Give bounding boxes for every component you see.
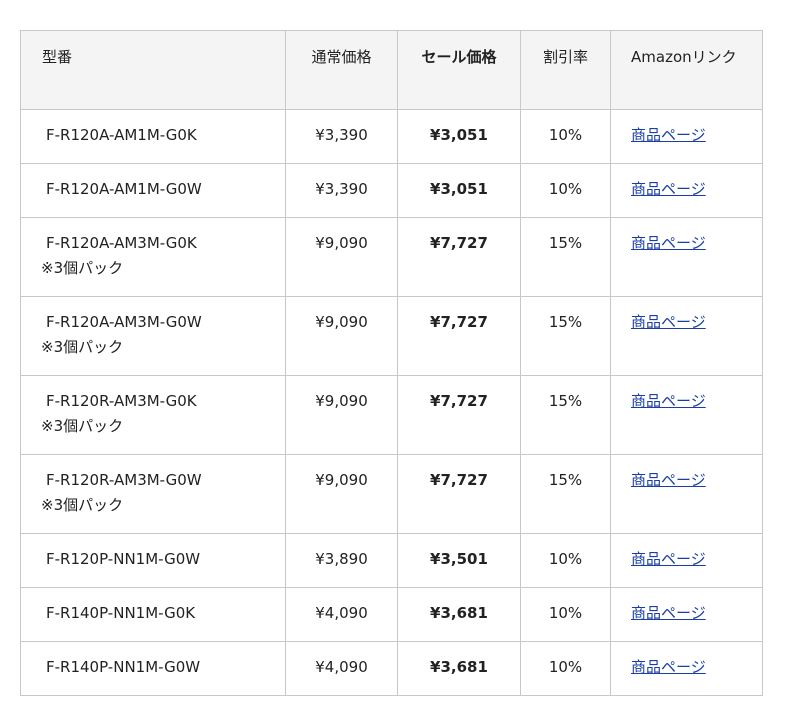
link-cell: 商品ページ [610, 375, 763, 455]
link-cell: 商品ページ [610, 296, 763, 376]
table-body: F-R120A-AM1M-G0K ¥3,390 ¥3,051 10% 商品ページ F-R1… [20, 109, 763, 696]
sale-price: ¥7,727 [397, 217, 521, 297]
link-cell: 商品ページ [610, 454, 763, 534]
model-number: F-R120A-AM1M-G0W [46, 180, 202, 198]
regular-price: ¥9,090 [285, 375, 398, 455]
table-row: F-R140P-NN1M-G0K ¥4,090 ¥3,681 10% 商品ページ [20, 587, 763, 642]
table-row: F-R120A-AM3M-G0W ※3個パック ¥9,090 ¥7,727 15% 商品ペ… [20, 296, 763, 376]
sale-price: ¥3,501 [397, 533, 521, 588]
model-cell: F-R120P-NN1M-G0W [20, 533, 286, 588]
model-cell: F-R120A-AM1M-G0W [20, 163, 286, 218]
table-row: F-R120R-AM3M-G0K ※3個パック ¥9,090 ¥7,727 15% 商品ペ… [20, 375, 763, 455]
model-number: F-R120A-AM3M-G0W [46, 313, 202, 331]
link-cell: 商品ページ [610, 217, 763, 297]
model-number: F-R140P-NN1M-G0K [46, 604, 196, 622]
regular-price: ¥3,390 [285, 163, 398, 218]
sale-price: ¥3,681 [397, 641, 521, 696]
pack-note: ※3個パック [41, 259, 124, 277]
model-cell: F-R120R-AM3M-G0W ※3個パック [20, 454, 286, 534]
product-page-link[interactable]: 商品ページ [631, 658, 706, 676]
discount-rate: 15% [520, 217, 611, 297]
product-page-link[interactable]: 商品ページ [631, 604, 706, 622]
discount-rate: 15% [520, 296, 611, 376]
model-number: F-R120A-AM1M-G0K [46, 126, 197, 144]
regular-price: ¥9,090 [285, 296, 398, 376]
model-cell: F-R140P-NN1M-G0K [20, 587, 286, 642]
table-row: F-R120A-AM1M-G0K ¥3,390 ¥3,051 10% 商品ページ [20, 109, 763, 164]
regular-price: ¥9,090 [285, 217, 398, 297]
model-cell: F-R140P-NN1M-G0W [20, 641, 286, 696]
discount-rate: 10% [520, 109, 611, 164]
regular-price: ¥4,090 [285, 641, 398, 696]
model-number: F-R120A-AM3M-G0K [46, 234, 197, 252]
table-header: 型番 通常価格 セール価格 割引率 Amazonリンク [20, 30, 763, 110]
model-cell: F-R120A-AM3M-G0K ※3個パック [20, 217, 286, 297]
link-cell: 商品ページ [610, 641, 763, 696]
link-cell: 商品ページ [610, 533, 763, 588]
regular-price: ¥4,090 [285, 587, 398, 642]
regular-price: ¥3,890 [285, 533, 398, 588]
table-row: F-R120A-AM3M-G0K ※3個パック ¥9,090 ¥7,727 15% 商品ペ… [20, 217, 763, 297]
header-sale-price: セール価格 [397, 30, 521, 110]
model-number: F-R120R-AM3M-G0W [46, 471, 202, 489]
discount-rate: 10% [520, 641, 611, 696]
pack-note: ※3個パック [41, 338, 124, 356]
discount-rate: 10% [520, 587, 611, 642]
header-amazon-link: Amazonリンク [610, 30, 763, 110]
model-cell: F-R120R-AM3M-G0K ※3個パック [20, 375, 286, 455]
sale-price: ¥3,051 [397, 109, 521, 164]
product-page-link[interactable]: 商品ページ [631, 126, 706, 144]
table-row: F-R140P-NN1M-G0W ¥4,090 ¥3,681 10% 商品ページ [20, 641, 763, 696]
price-table: 型番 通常価格 セール価格 割引率 Amazonリンク F-R120A-AM1M… [20, 30, 763, 696]
regular-price: ¥9,090 [285, 454, 398, 534]
regular-price: ¥3,390 [285, 109, 398, 164]
product-page-link[interactable]: 商品ページ [631, 180, 706, 198]
product-page-link[interactable]: 商品ページ [631, 392, 706, 410]
sale-price: ¥7,727 [397, 375, 521, 455]
product-page-link[interactable]: 商品ページ [631, 550, 706, 568]
header-row: 型番 通常価格 セール価格 割引率 Amazonリンク [20, 30, 763, 110]
link-cell: 商品ページ [610, 109, 763, 164]
table-row: F-R120P-NN1M-G0W ¥3,890 ¥3,501 10% 商品ページ [20, 533, 763, 588]
header-regular-price: 通常価格 [285, 30, 398, 110]
table-row: F-R120R-AM3M-G0W ※3個パック ¥9,090 ¥7,727 15% 商品ペ… [20, 454, 763, 534]
discount-rate: 10% [520, 163, 611, 218]
header-model: 型番 [20, 30, 286, 110]
table-row: F-R120A-AM1M-G0W ¥3,390 ¥3,051 10% 商品ページ [20, 163, 763, 218]
sale-price: ¥7,727 [397, 296, 521, 376]
model-number: F-R140P-NN1M-G0W [46, 658, 201, 676]
product-page-link[interactable]: 商品ページ [631, 234, 706, 252]
product-page-link[interactable]: 商品ページ [631, 471, 706, 489]
discount-rate: 15% [520, 454, 611, 534]
link-cell: 商品ページ [610, 587, 763, 642]
pack-note: ※3個パック [41, 417, 124, 435]
pack-note: ※3個パック [41, 496, 124, 514]
link-cell: 商品ページ [610, 163, 763, 218]
model-cell: F-R120A-AM3M-G0W ※3個パック [20, 296, 286, 376]
header-discount: 割引率 [520, 30, 611, 110]
model-number: F-R120P-NN1M-G0W [46, 550, 201, 568]
product-page-link[interactable]: 商品ページ [631, 313, 706, 331]
sale-price: ¥3,051 [397, 163, 521, 218]
model-number: F-R120R-AM3M-G0K [46, 392, 197, 410]
sale-price: ¥7,727 [397, 454, 521, 534]
sale-price: ¥3,681 [397, 587, 521, 642]
model-cell: F-R120A-AM1M-G0K [20, 109, 286, 164]
discount-rate: 10% [520, 533, 611, 588]
discount-rate: 15% [520, 375, 611, 455]
